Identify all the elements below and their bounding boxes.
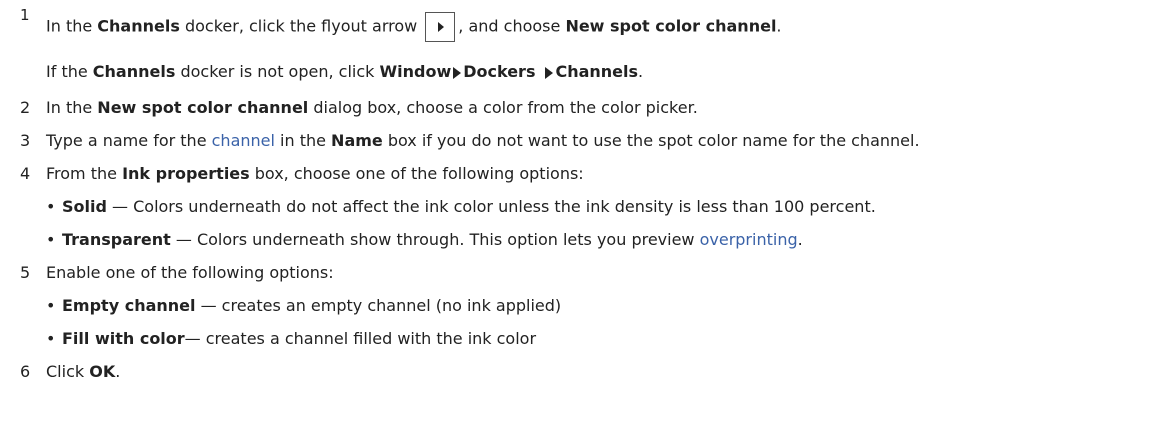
option-fill-with-color: • Fill with color— creates a channel fill… (46, 329, 536, 348)
step-text: From the Ink properties box, choose one … (46, 164, 584, 183)
text-run: box if you do not want to use the spot c… (382, 131, 920, 150)
ui-term-new-spot-color-channel: New spot color channel (97, 98, 309, 117)
text-run: in the (274, 131, 332, 150)
option-label: Empty channel (62, 296, 196, 315)
option-empty-channel: • Empty channel — creates an empty channe… (46, 296, 561, 315)
step-text: Enable one of the following options: (46, 263, 334, 282)
option-description: — creates an empty channel (no ink appli… (195, 296, 562, 315)
text-run: . (797, 230, 803, 249)
option-label: Transparent (62, 230, 171, 249)
step-number: 6 (20, 362, 31, 381)
option-description: — Colors underneath show through. This o… (170, 230, 700, 249)
menu-window: Window (379, 62, 452, 81)
text-run: . (115, 362, 121, 381)
step-number: 5 (20, 263, 31, 282)
text-run: docker is not open, click (175, 62, 380, 81)
bullet: • (46, 296, 56, 315)
step-1-note: If the Channels docker is not open, clic… (46, 62, 643, 81)
step-number: 3 (20, 131, 31, 150)
step-text: In the Channels docker, click the flyout… (46, 12, 782, 42)
ui-term-ok: OK (89, 362, 116, 381)
text-run: dialog box, choose a color from the colo… (308, 98, 698, 117)
text-run: . (638, 62, 644, 81)
step-text: Type a name for the channel in the Name … (46, 131, 920, 150)
step-number: 4 (20, 164, 31, 183)
bullet: • (46, 230, 56, 249)
menu-arrow-right-icon (453, 66, 462, 79)
text-run: Click (46, 362, 90, 381)
option-solid: • Solid — Colors underneath do not affect… (46, 197, 876, 216)
bullet: • (46, 329, 56, 348)
text-run: Type a name for the (46, 131, 212, 150)
option-description: — creates a channel filled with the ink … (184, 329, 537, 348)
text-run: In the (46, 16, 98, 36)
instruction-document: 1 In the Channels docker, click the flyo… (0, 0, 1166, 430)
step-number: 2 (20, 98, 31, 117)
option-label: Fill with color (62, 329, 185, 348)
menu-channels: Channels (555, 62, 639, 81)
flyout-arrow-icon (425, 12, 456, 42)
ui-term-name: Name (331, 131, 383, 150)
ui-term-channels: Channels (97, 16, 180, 36)
step-text: Click OK. (46, 362, 120, 381)
bullet: • (46, 197, 56, 216)
text-run: box, choose one of the following options… (249, 164, 584, 183)
text-run: docker, click the flyout arrow (179, 16, 423, 36)
glossary-link-channel[interactable]: channel (212, 131, 275, 150)
menu-dockers: Dockers (463, 62, 536, 81)
text-run: From the (46, 164, 123, 183)
menu-arrow-right-icon (545, 66, 554, 79)
text-run: . (776, 16, 782, 36)
step-number: 1 (20, 6, 30, 24)
ui-term-channels: Channels (92, 62, 176, 81)
glossary-link-overprinting[interactable]: overprinting (700, 230, 798, 249)
option-transparent: • Transparent — Colors underneath show th… (46, 230, 803, 249)
ui-term-ink-properties: Ink properties (122, 164, 250, 183)
option-description: — Colors underneath do not affect the in… (106, 197, 876, 216)
text-run: , and choose (458, 16, 566, 36)
option-label: Solid (62, 197, 107, 216)
ui-term-new-spot-color-channel: New spot color channel (565, 16, 777, 36)
step-text: In the New spot color channel dialog box… (46, 98, 698, 117)
text-run: If the (46, 62, 93, 81)
text-run: In the (46, 98, 98, 117)
